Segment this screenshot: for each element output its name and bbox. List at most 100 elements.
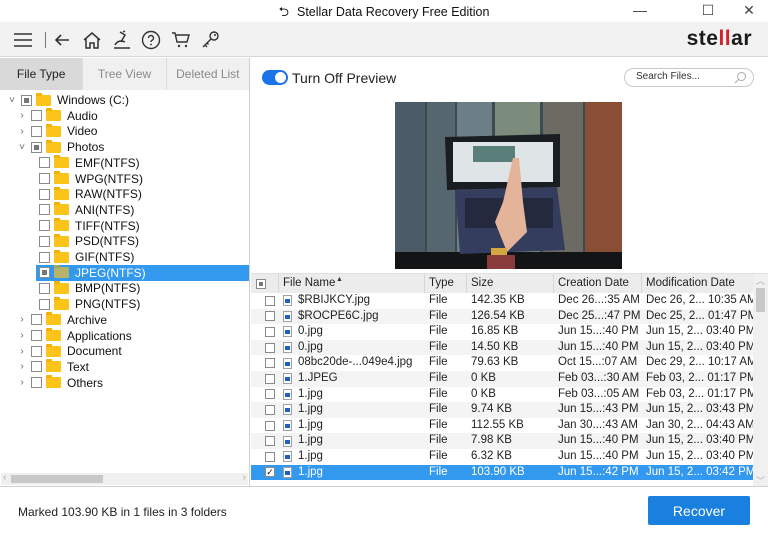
tree-checkbox[interactable]	[31, 110, 42, 122]
tree-checkbox[interactable]	[31, 141, 42, 153]
table-row[interactable]: 0.jpg File 16.85 KB Jun 15...:40 PM Jun 15, …	[251, 324, 753, 340]
tree-item[interactable]: › Audio	[0, 108, 98, 124]
tree-checkbox[interactable]	[31, 125, 42, 137]
tree-item[interactable]: PSD(NTFS)	[0, 233, 139, 249]
row-checkbox[interactable]	[265, 451, 275, 462]
row-checkbox[interactable]	[265, 295, 275, 306]
tree-item[interactable]: TIFF(NTFS)	[0, 218, 140, 234]
row-checkbox[interactable]	[265, 436, 275, 447]
column-modification-date[interactable]: Modification Date	[642, 274, 753, 293]
chevron-right-icon[interactable]: ›	[16, 346, 28, 357]
cart-icon[interactable]	[169, 28, 193, 52]
vertical-scrollbar[interactable]: ︿ ﹀	[753, 274, 768, 487]
table-row[interactable]: 1.jpg File 6.32 KB Jun 15...:40 PM Jun 15, 2…	[251, 449, 753, 465]
chevron-right-icon[interactable]: ›	[16, 377, 28, 388]
tree-checkbox[interactable]	[39, 220, 50, 232]
tree-item[interactable]: EMF(NTFS)	[0, 155, 140, 171]
tree-item[interactable]: › Video	[0, 123, 97, 139]
tab-deleted-list[interactable]: Deleted List	[166, 58, 249, 90]
tree-checkbox[interactable]	[39, 204, 50, 216]
scroll-left-icon[interactable]: ‹	[3, 472, 6, 483]
tree-checkbox[interactable]	[39, 267, 50, 279]
column-file-name[interactable]: File Name ▲	[279, 274, 425, 293]
scan-icon[interactable]	[110, 28, 134, 52]
row-checkbox[interactable]	[265, 404, 275, 415]
tree-checkbox[interactable]	[31, 330, 42, 341]
home-icon[interactable]	[80, 28, 104, 52]
scrollbar-thumb[interactable]	[756, 288, 765, 312]
maximize-button[interactable]: ☐	[690, 0, 726, 22]
tab-file-type[interactable]: File Type	[0, 58, 84, 90]
row-checkbox[interactable]	[265, 358, 275, 369]
table-row[interactable]: 1.jpg File 112.55 KB Jan 30...:43 AM Jan 30,…	[251, 418, 753, 434]
chevron-right-icon[interactable]: ›	[16, 330, 28, 341]
row-checkbox[interactable]: ✓	[265, 467, 275, 478]
row-checkbox[interactable]	[265, 420, 275, 431]
search-input[interactable]	[636, 71, 731, 82]
tree-item[interactable]: ˅ Photos	[0, 139, 104, 155]
chevron-down-icon[interactable]: ˅	[6, 95, 18, 106]
column-creation-date[interactable]: Creation Date	[554, 274, 642, 293]
row-checkbox[interactable]	[265, 389, 275, 400]
help-icon[interactable]	[139, 28, 163, 52]
scrollbar-thumb[interactable]	[11, 475, 103, 483]
tree-item[interactable]: ANI(NTFS)	[0, 202, 134, 218]
tree-item[interactable]: › Archive	[0, 312, 107, 328]
search-icon[interactable]	[734, 71, 747, 84]
scroll-right-icon[interactable]: ›	[243, 472, 246, 483]
row-checkbox[interactable]	[265, 373, 275, 384]
tree-item[interactable]: › Text	[0, 359, 89, 375]
chevron-right-icon[interactable]: ›	[16, 361, 28, 372]
table-row[interactable]: 1.jpg File 0 KB Feb 03...:05 AM Feb 03, 2...…	[251, 387, 753, 403]
tree-checkbox[interactable]	[31, 345, 42, 357]
menu-icon[interactable]	[11, 28, 35, 52]
row-checkbox[interactable]	[265, 311, 275, 322]
table-row[interactable]: $RBIJKCY.jpg File 142.35 KB Dec 26...:35 AM…	[251, 293, 753, 309]
select-all-header[interactable]	[251, 274, 279, 293]
table-row[interactable]: 1.JPEG File 0 KB Feb 03...:30 AM Feb 03, 2..…	[251, 370, 753, 387]
tree-item[interactable]: PNG(NTFS)	[0, 296, 140, 312]
tree-item[interactable]: › Document	[0, 343, 122, 359]
scroll-up-icon[interactable]: ︿	[756, 274, 765, 287]
tree-checkbox[interactable]	[39, 157, 50, 169]
tree-checkbox[interactable]	[31, 377, 42, 389]
tree-checkbox[interactable]	[39, 173, 50, 184]
tree-item[interactable]: JPEG(NTFS)	[36, 264, 249, 281]
tree-item[interactable]: RAW(NTFS)	[0, 186, 142, 202]
table-row[interactable]: 1.jpg File 7.98 KB Jun 15...:40 PM Jun 15, 2…	[251, 433, 753, 449]
tree-item[interactable]: WPG(NTFS)	[0, 171, 143, 187]
tree-checkbox[interactable]	[39, 188, 50, 200]
chevron-right-icon[interactable]: ›	[16, 126, 28, 137]
horizontal-scrollbar[interactable]: ‹ ›	[1, 472, 248, 485]
tree-item[interactable]: ˅ Windows (C:)	[0, 92, 129, 108]
table-row[interactable]: 0.jpg File 14.50 KB Jun 15...:40 PM Jun 15, …	[251, 339, 753, 356]
preview-toggle[interactable]	[262, 70, 288, 85]
recover-button[interactable]: Recover	[648, 496, 750, 525]
tree-checkbox[interactable]	[39, 235, 50, 247]
tree-checkbox[interactable]	[39, 282, 50, 294]
table-row[interactable]: $ROCPE6C.jpg File 126.54 KB Dec 25...:47 PM…	[251, 308, 753, 325]
tree-checkbox[interactable]	[31, 361, 42, 373]
back-arrow-icon[interactable]	[50, 28, 74, 52]
key-icon[interactable]	[199, 28, 223, 52]
table-row[interactable]: ✓ 1.jpg File 103.90 KB Jun 15...:42 PM Jun 15…	[251, 464, 753, 481]
row-checkbox[interactable]	[265, 326, 275, 337]
table-row[interactable]: 08bc20de-...049e4.jpg File 79.63 KB Oct 15.…	[251, 355, 753, 371]
tree-item[interactable]: › Applications	[0, 328, 132, 344]
tab-tree-view[interactable]: Tree View	[83, 58, 167, 90]
chevron-right-icon[interactable]: ›	[16, 110, 28, 121]
tree-item[interactable]: GIF(NTFS)	[0, 249, 134, 265]
chevron-down-icon[interactable]: ˅	[16, 142, 28, 153]
minimize-button[interactable]: —	[622, 0, 658, 22]
close-button[interactable]: ✕	[731, 0, 767, 22]
table-row[interactable]: 1.jpg File 9.74 KB Jun 15...:43 PM Jun 15, 2…	[251, 402, 753, 418]
chevron-right-icon[interactable]: ›	[16, 314, 28, 325]
row-checkbox[interactable]	[265, 342, 275, 353]
column-type[interactable]: Type	[425, 274, 467, 293]
tree-checkbox[interactable]	[31, 314, 42, 326]
tree-checkbox[interactable]	[39, 251, 50, 263]
tree-checkbox[interactable]	[21, 94, 32, 106]
column-size[interactable]: Size	[467, 274, 554, 293]
tree-checkbox[interactable]	[39, 298, 50, 310]
tree-item[interactable]: › Others	[0, 375, 103, 391]
